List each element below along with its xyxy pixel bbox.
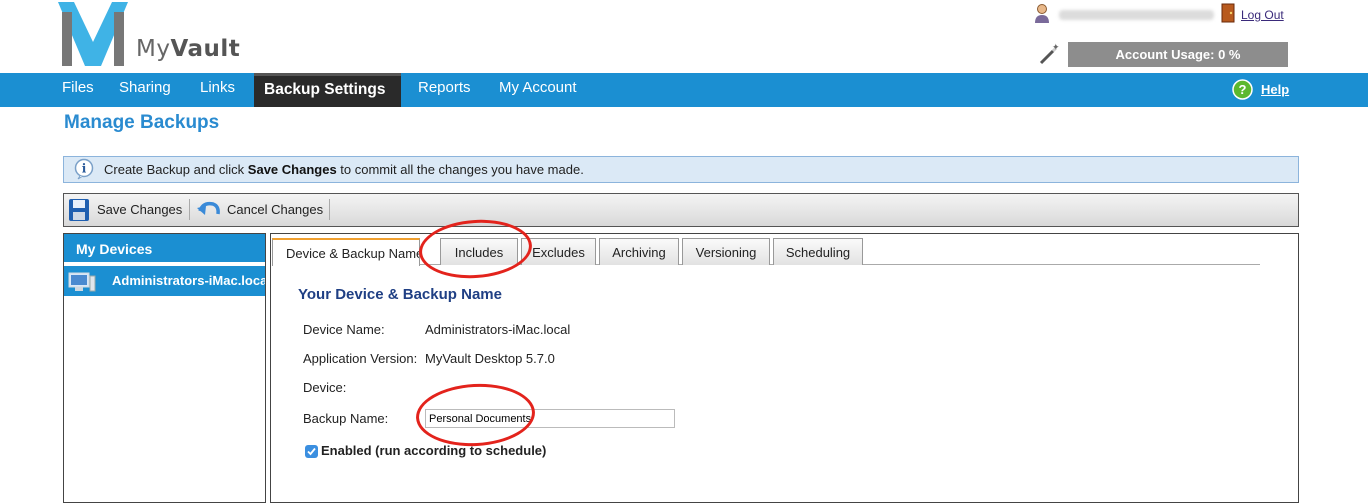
section-title: Your Device & Backup Name xyxy=(298,286,502,303)
save-changes-button[interactable]: Save Changes xyxy=(68,196,182,223)
logo-text: MyVault xyxy=(136,36,241,62)
tab-versioning[interactable]: Versioning xyxy=(682,238,770,265)
devices-header: My Devices xyxy=(64,234,265,262)
device-name: Administrators-iMac.local xyxy=(112,273,265,288)
enabled-label: Enabled (run according to schedule) xyxy=(321,443,547,458)
logout-link[interactable]: Log Out xyxy=(1241,8,1284,22)
device-name-value: Administrators-iMac.local xyxy=(425,322,571,337)
page-title: Manage Backups xyxy=(64,112,220,133)
undo-arrow-icon xyxy=(197,201,220,215)
nav-files[interactable]: Files xyxy=(62,73,94,107)
magic-wand-icon: ✦ xyxy=(1039,42,1060,65)
save-changes-label: Save Changes xyxy=(97,202,183,217)
nav-links[interactable]: Links xyxy=(200,73,235,107)
user-icon xyxy=(1035,4,1049,23)
main-nav: Files Sharing Links Backup Settings Repo… xyxy=(0,73,1368,107)
computer-icon xyxy=(68,272,96,292)
checkmark-icon xyxy=(307,447,316,456)
info-icon: i xyxy=(74,158,94,180)
nav-my-account[interactable]: My Account xyxy=(499,73,577,107)
enabled-checkbox[interactable] xyxy=(305,445,318,458)
floppy-disk-icon xyxy=(69,198,89,221)
account-usage-bar: Account Usage: 0 % xyxy=(1068,42,1288,67)
svg-text:✦: ✦ xyxy=(1052,42,1060,52)
help-link[interactable]: Help xyxy=(1261,82,1289,97)
info-message: Create Backup and click Save Changes to … xyxy=(104,162,584,177)
user-email-redacted xyxy=(1059,10,1214,20)
app-version-value: MyVault Desktop 5.7.0 xyxy=(425,351,555,366)
myvault-logo-icon xyxy=(58,2,128,66)
app-version-label: Application Version: xyxy=(303,351,418,366)
device-label: Device: xyxy=(303,380,347,395)
device-name-label: Device Name: xyxy=(303,322,385,337)
cancel-changes-button[interactable]: Cancel Changes xyxy=(197,196,323,223)
tab-device-backup-name[interactable]: Device & Backup Name xyxy=(272,238,420,266)
help-icon[interactable]: ? xyxy=(1232,79,1253,100)
nav-reports[interactable]: Reports xyxy=(418,73,471,107)
nav-backup-settings[interactable]: Backup Settings xyxy=(254,73,401,107)
svg-text:?: ? xyxy=(1239,82,1247,97)
tab-excludes[interactable]: Excludes xyxy=(521,238,596,265)
tab-scheduling[interactable]: Scheduling xyxy=(773,238,863,265)
tab-archiving[interactable]: Archiving xyxy=(599,238,679,265)
nav-sharing[interactable]: Sharing xyxy=(119,73,171,107)
backup-name-input[interactable] xyxy=(425,409,675,428)
backup-name-label: Backup Name: xyxy=(303,411,389,426)
tab-includes[interactable]: Includes xyxy=(440,238,518,265)
backup-settings-panel xyxy=(270,233,1299,503)
svg-text:i: i xyxy=(82,162,87,176)
cancel-changes-label: Cancel Changes xyxy=(227,202,324,217)
logout-door-icon[interactable] xyxy=(1221,3,1235,23)
device-item[interactable]: Administrators-iMac.local xyxy=(64,266,265,296)
